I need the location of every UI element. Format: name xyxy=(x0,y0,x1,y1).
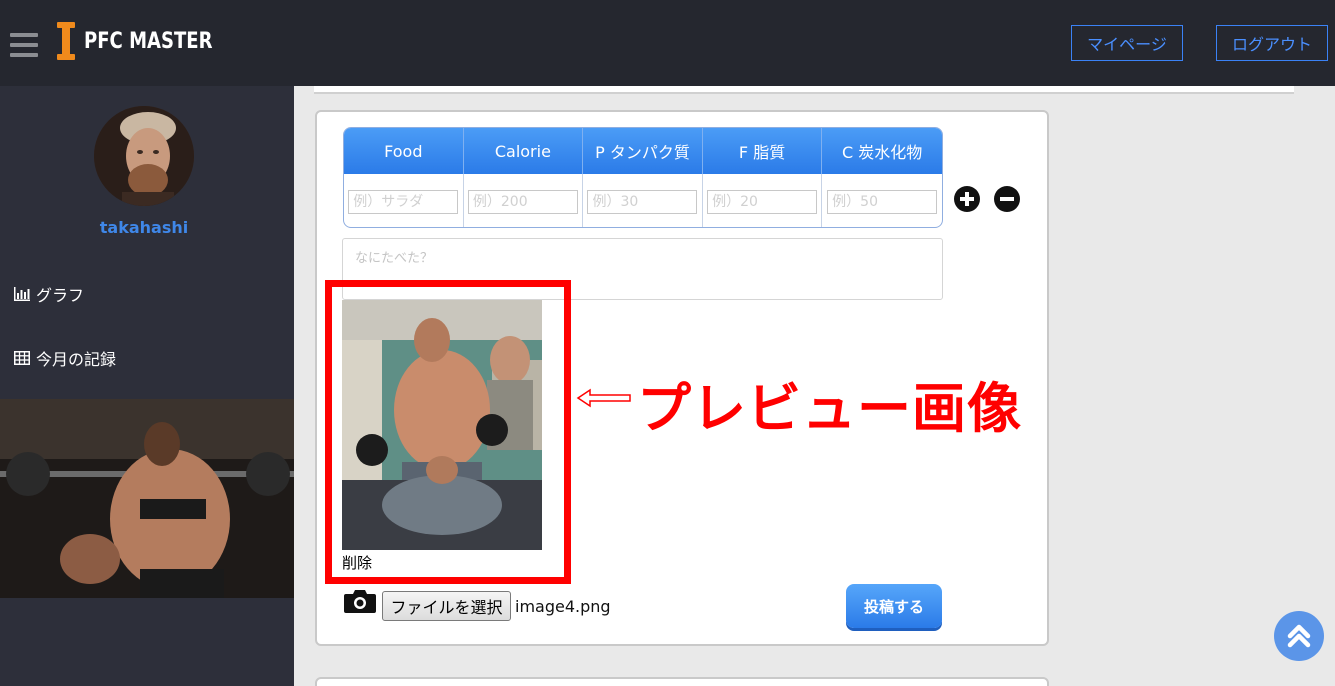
carbs-input[interactable] xyxy=(827,189,938,214)
column-header-fat: F 脂質 xyxy=(703,128,823,174)
column-header-carbs: C 炭水化物 xyxy=(842,143,923,162)
next-card-edge xyxy=(315,677,1049,686)
table-header: Food Calorie P タンパク質 F 脂質 C 炭水化物 xyxy=(344,128,942,174)
remove-row-minus-icon[interactable] xyxy=(994,186,1020,212)
post-form-card: Food Calorie P タンパク質 F 脂質 C 炭水化物 例）サラダ 例… xyxy=(315,110,1049,646)
calorie-input[interactable] xyxy=(467,189,578,214)
add-row-plus-icon[interactable] xyxy=(954,186,980,212)
sidebar-item-monthly-record[interactable]: 今月の記録 xyxy=(14,346,116,370)
camera-icon[interactable] xyxy=(343,588,377,614)
fat-input[interactable] xyxy=(707,189,818,214)
double-chevron-up-icon xyxy=(1287,624,1311,648)
sidebar-gym-photo xyxy=(0,399,294,598)
sidebar-item-graph[interactable]: グラフ xyxy=(14,282,84,306)
food-input[interactable] xyxy=(348,189,459,214)
dumbbell-logo-icon xyxy=(56,22,76,60)
table-row xyxy=(344,174,942,227)
sidebar-item-label: グラフ xyxy=(36,286,85,305)
pfc-input-table: Food Calorie P タンパク質 F 脂質 C 炭水化物 xyxy=(343,127,943,228)
app-logo[interactable]: PFC MASTER xyxy=(56,22,241,60)
top-header: PFC MASTER マイページ ログアウト xyxy=(0,0,1335,86)
selected-file-name: image4.png xyxy=(515,597,611,616)
sidebar-item-label: 今月の記録 xyxy=(36,350,117,369)
bar-chart-icon xyxy=(14,287,30,301)
hamburger-menu-icon[interactable] xyxy=(10,33,38,57)
column-header-calorie: Calorie xyxy=(464,128,584,174)
annotation-left-arrow-icon xyxy=(576,388,631,408)
submit-post-button[interactable]: 投稿する xyxy=(846,584,942,628)
table-icon xyxy=(14,351,30,365)
file-select-button[interactable]: ファイルを選択 xyxy=(382,591,511,621)
mypage-button[interactable]: マイページ xyxy=(1071,25,1183,61)
annotation-highlight-box xyxy=(325,280,571,584)
previous-card-edge xyxy=(314,86,1294,94)
column-header-food: Food xyxy=(344,128,464,174)
username[interactable]: takahashi xyxy=(0,218,288,237)
logo-text: PFC MASTER xyxy=(84,28,213,54)
column-header-protein: P タンパク質 xyxy=(583,128,703,174)
annotation-label: プレビュー画像 xyxy=(637,377,1022,440)
logout-button[interactable]: ログアウト xyxy=(1216,25,1328,61)
avatar xyxy=(94,106,194,206)
sidebar: takahashi グラフ 今月の記録 xyxy=(0,86,294,686)
scroll-to-top-button[interactable] xyxy=(1274,611,1324,661)
protein-input[interactable] xyxy=(587,189,698,214)
